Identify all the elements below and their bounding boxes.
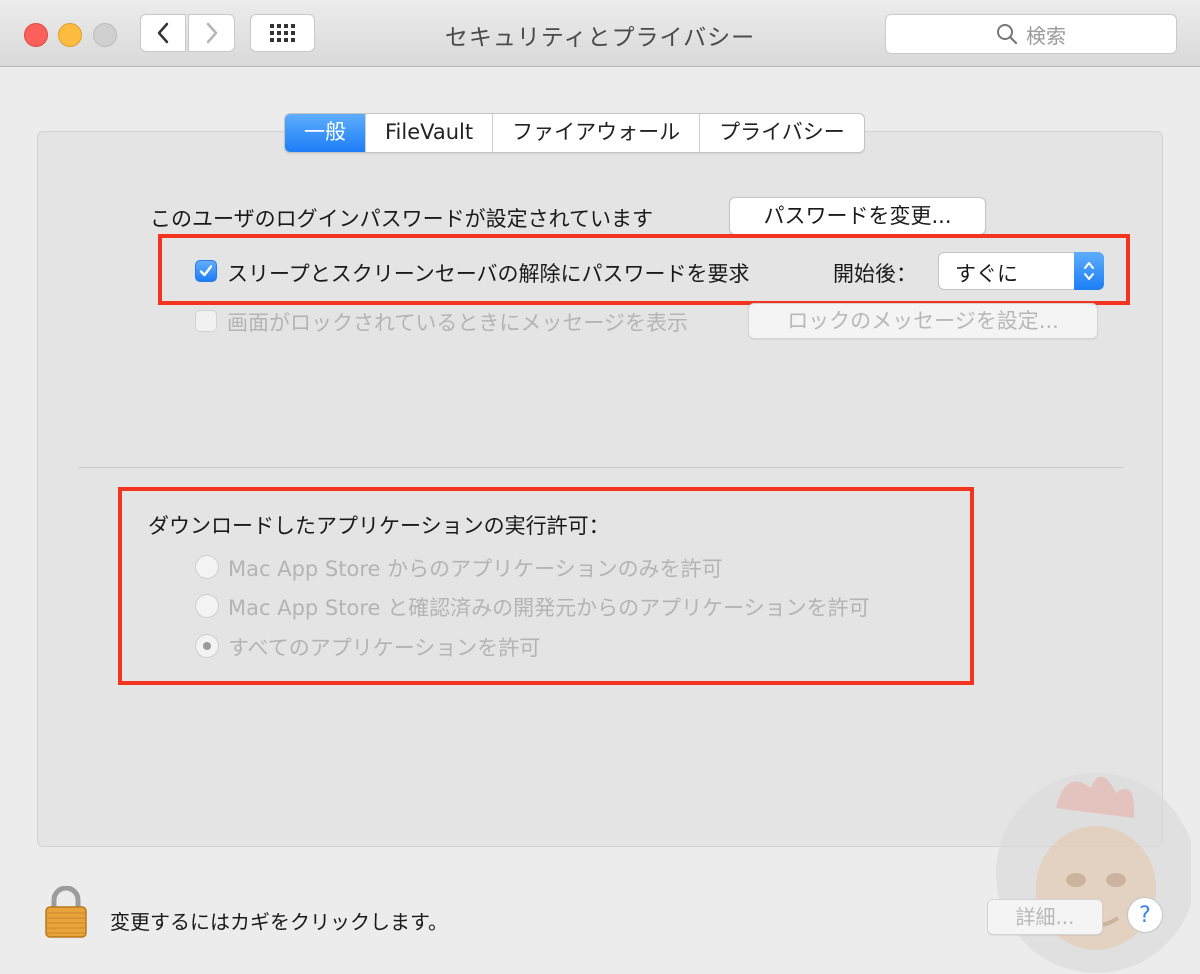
tab-firewall[interactable]: ファイアウォール bbox=[493, 114, 701, 152]
require-password-label: スリープとスクリーンセーバの解除にパスワードを要求 bbox=[227, 262, 750, 286]
minimize-window-button[interactable] bbox=[58, 23, 82, 47]
section-divider bbox=[78, 467, 1123, 468]
help-icon: ? bbox=[1139, 902, 1151, 928]
downloads-heading: ダウンロードしたアプリケーションの実行許可： bbox=[148, 514, 610, 538]
mascot-watermark bbox=[996, 773, 1191, 973]
show-all-button[interactable] bbox=[250, 14, 315, 52]
login-password-text: このユーザのログインパスワードが設定されています bbox=[150, 207, 653, 231]
lock-text: 変更するにはカギをクリックします。 bbox=[110, 910, 448, 934]
search-placeholder: 検索 bbox=[1026, 23, 1066, 48]
checkmark-icon bbox=[199, 265, 213, 277]
after-label: 開始後： bbox=[833, 262, 917, 286]
advanced-button[interactable]: 詳細... bbox=[987, 899, 1103, 935]
set-lock-message-button[interactable]: ロックのメッセージを設定... bbox=[748, 303, 1098, 339]
radio-app-store-only[interactable] bbox=[195, 555, 219, 579]
chevron-right-icon bbox=[206, 22, 217, 44]
chevron-left-icon bbox=[157, 22, 169, 44]
radio-anywhere[interactable] bbox=[195, 634, 219, 658]
close-window-button[interactable] bbox=[24, 23, 48, 47]
lock-message-checkbox[interactable] bbox=[195, 310, 217, 332]
updown-arrows-icon bbox=[1074, 252, 1104, 290]
tab-filevault[interactable]: FileVault bbox=[366, 114, 494, 152]
lock-icon[interactable] bbox=[44, 886, 88, 938]
forward-button[interactable] bbox=[188, 14, 235, 52]
tab-privacy[interactable]: プライバシー bbox=[700, 114, 864, 152]
search-field[interactable]: 検索 bbox=[885, 14, 1177, 54]
radio-app-store-identified[interactable] bbox=[195, 594, 219, 618]
radio-app-store-only-label: Mac App Store からのアプリケーションのみを許可 bbox=[228, 557, 723, 581]
tab-bar: 一般 FileVault ファイアウォール プライバシー bbox=[284, 113, 865, 153]
search-icon bbox=[997, 24, 1018, 45]
change-password-button[interactable]: パスワードを変更... bbox=[729, 197, 986, 235]
radio-anywhere-label: すべてのアプリケーションを許可 bbox=[228, 636, 541, 660]
title-bar: セキュリティとプライバシー 検索 bbox=[0, 0, 1200, 67]
grid-icon bbox=[269, 24, 295, 42]
help-button[interactable]: ? bbox=[1127, 897, 1163, 933]
tab-general[interactable]: 一般 bbox=[285, 114, 366, 152]
lock-message-label: 画面がロックされているときにメッセージを表示 bbox=[227, 311, 688, 335]
zoom-window-button[interactable] bbox=[93, 23, 117, 47]
window-title: セキュリティとプライバシー bbox=[444, 25, 756, 51]
require-password-checkbox[interactable] bbox=[195, 260, 217, 282]
after-delay-value: すぐに bbox=[955, 262, 1018, 286]
after-delay-select[interactable]: すぐに bbox=[938, 252, 1104, 290]
radio-app-store-identified-label: Mac App Store と確認済みの開発元からのアプリケーションを許可 bbox=[228, 596, 870, 620]
back-button[interactable] bbox=[140, 14, 186, 52]
